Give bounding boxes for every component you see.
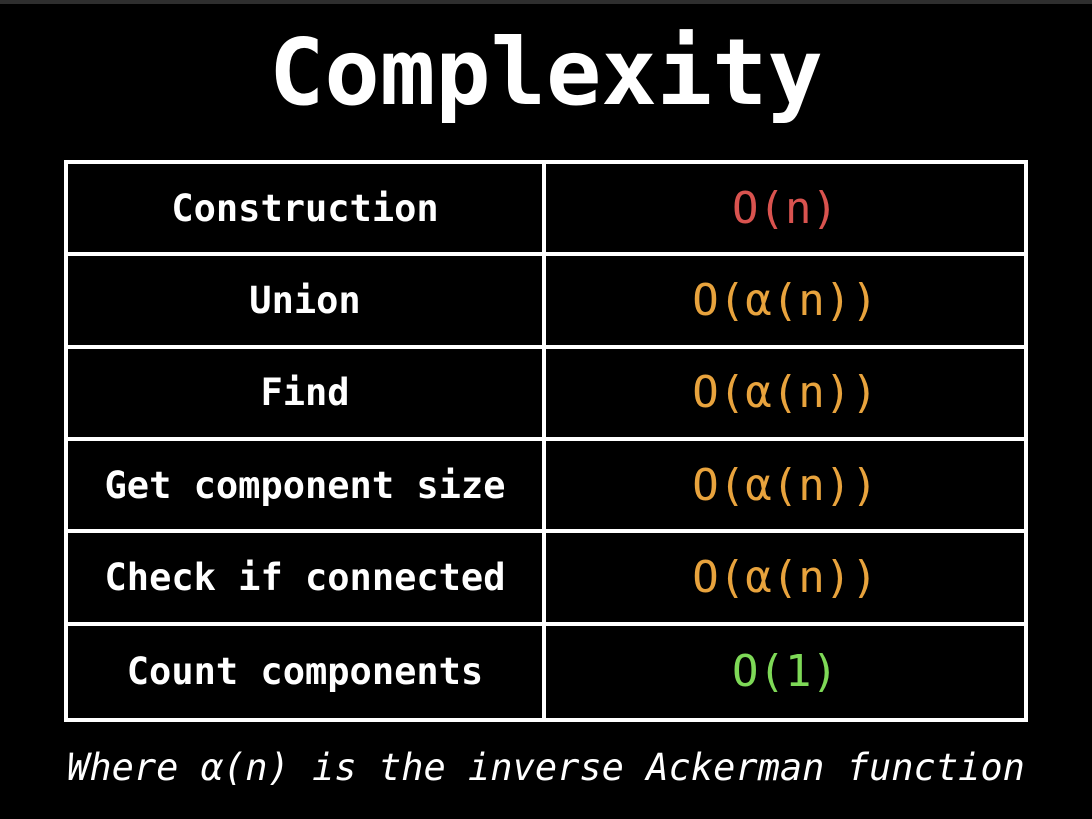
- operation-cell-find: Find: [68, 348, 546, 441]
- complexity-cell-union: O(α(n)): [546, 256, 1024, 349]
- complexity-cell-get-component-size: O(α(n)): [546, 441, 1024, 534]
- operation-cell-construction: Construction: [68, 164, 546, 257]
- operation-cell-count-components: Count components: [68, 625, 546, 718]
- complexity-cell-find: O(α(n)): [546, 349, 1024, 441]
- complexity-cell-construction: O(n): [546, 164, 1024, 257]
- operation-cell-check-if-connected: Check if connected: [68, 533, 546, 626]
- page-title: Complexity: [269, 19, 823, 126]
- complexity-cell-check-if-connected: O(α(n)): [546, 533, 1024, 626]
- footnote: Where α(n) is the inverse Ackerman funct…: [67, 746, 1025, 789]
- complexity-table: Construction O(n) Union O(α(n)) Find O(α…: [64, 160, 1028, 722]
- operation-cell-union: Union: [68, 256, 546, 349]
- top-border: [0, 0, 1092, 4]
- operation-cell-get-component-size: Get component size: [68, 441, 546, 534]
- complexity-cell-count-components: O(1): [732, 646, 838, 698]
